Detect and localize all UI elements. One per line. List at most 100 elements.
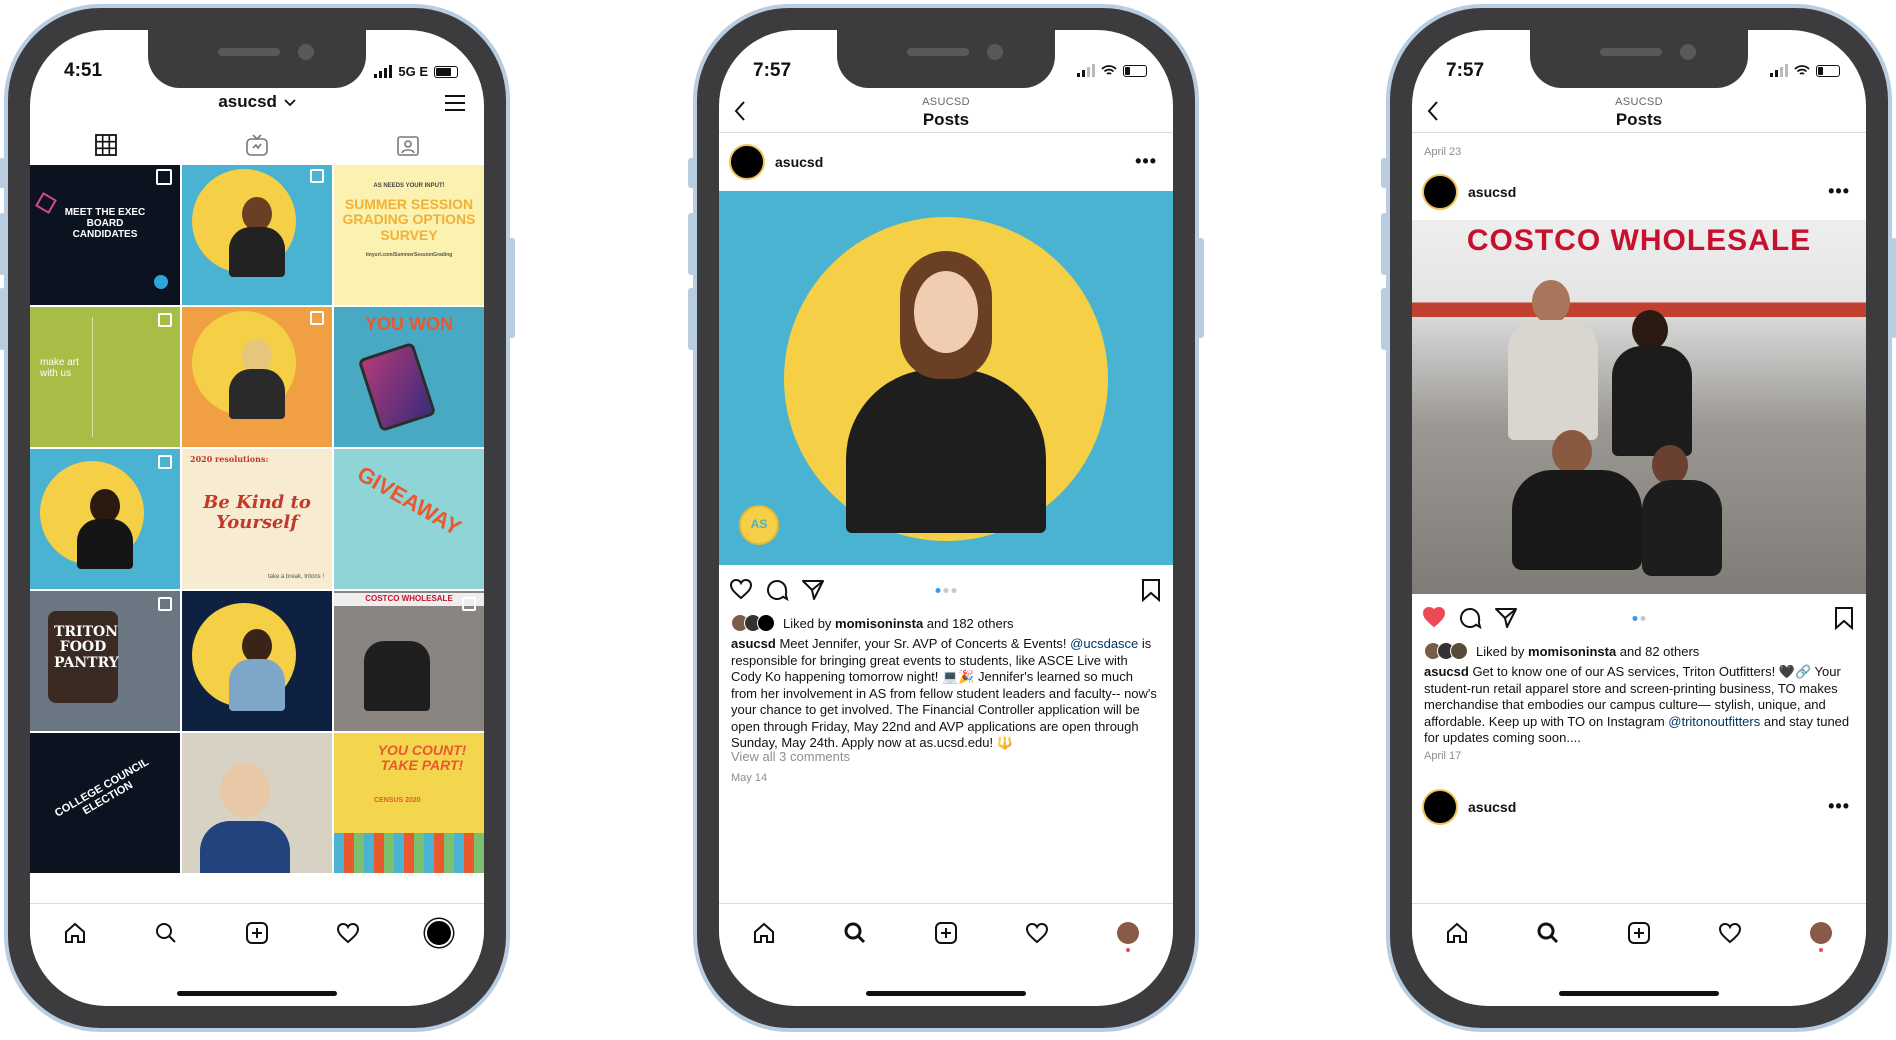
- comment-icon[interactable]: [765, 578, 789, 602]
- search-tab[interactable]: [146, 913, 186, 953]
- profile-header: asucsd: [30, 92, 484, 124]
- profile-tab[interactable]: [1108, 913, 1148, 953]
- avatar: [1809, 922, 1832, 952]
- like-icon[interactable]: [729, 578, 753, 600]
- status-time: 7:57: [753, 60, 792, 81]
- comment-icon[interactable]: [1458, 606, 1482, 630]
- caption-mention[interactable]: @tritonoutfitters: [1668, 714, 1760, 729]
- tile-text: GIVEAWAY: [353, 460, 466, 541]
- avatar[interactable]: [1422, 789, 1458, 825]
- grid-post[interactable]: COLLEGE COUNCIL ELECTION: [30, 733, 180, 873]
- wifi-icon: [1794, 64, 1810, 75]
- wifi-icon: [1101, 64, 1117, 75]
- tile-text: TRITON FOOD PANTRY: [54, 624, 119, 671]
- avatar: [424, 919, 453, 947]
- caption-username[interactable]: asucsd: [731, 636, 776, 651]
- profile-tab[interactable]: [1801, 913, 1841, 953]
- side-button: [688, 158, 695, 188]
- grid-post[interactable]: [182, 307, 332, 447]
- igtv-icon[interactable]: [246, 134, 268, 156]
- grid-post[interactable]: AS NEEDS YOUR INPUT! SUMMER SESSION GRAD…: [334, 165, 484, 305]
- phone-2: 7:57 ASUCSD Posts asucsd ••• AS Liked by…: [688, 4, 1204, 1032]
- share-icon[interactable]: [1494, 606, 1518, 630]
- grid-post[interactable]: YOU COUNT! TAKE PART! CENSUS 2020: [334, 733, 484, 873]
- tile-text: YOU WON: [365, 314, 453, 334]
- save-icon[interactable]: [1834, 606, 1854, 630]
- bottom-tab-bar: [719, 903, 1173, 962]
- store-sign: COSTCO WHOLESALE: [1466, 224, 1812, 257]
- share-icon[interactable]: [801, 578, 825, 602]
- grid-post[interactable]: TRITON FOOD PANTRY: [30, 591, 180, 731]
- tagged-icon[interactable]: [397, 134, 420, 156]
- post-username[interactable]: asucsd: [775, 154, 823, 170]
- more-options-icon[interactable]: •••: [1828, 796, 1850, 817]
- activity-tab[interactable]: [1710, 913, 1750, 953]
- grid-post[interactable]: make art with us: [30, 307, 180, 447]
- grid-post[interactable]: GIVEAWAY: [334, 449, 484, 589]
- grid-post[interactable]: MEET THE EXEC BOARD CANDIDATES: [30, 165, 180, 305]
- grid-post[interactable]: [182, 165, 332, 305]
- tile-header: AS NEEDS YOUR INPUT!: [373, 183, 445, 189]
- caption-mention[interactable]: @ucsdasce: [1070, 636, 1138, 651]
- post-username[interactable]: asucsd: [1468, 799, 1516, 815]
- home-indicator: [1559, 991, 1719, 996]
- grid-post[interactable]: 2020 resolutions: Be Kind to Yourself ta…: [182, 449, 332, 589]
- save-icon[interactable]: [1141, 578, 1161, 602]
- activity-tab[interactable]: [1017, 913, 1057, 953]
- post-username[interactable]: asucsd: [1468, 184, 1516, 200]
- back-icon[interactable]: [1426, 100, 1440, 122]
- like-icon[interactable]: [1422, 606, 1446, 628]
- grid-icon[interactable]: [94, 134, 117, 156]
- liked-by-user[interactable]: momisoninsta: [835, 616, 923, 631]
- profile-username[interactable]: asucsd: [218, 92, 296, 111]
- caption-username[interactable]: asucsd: [1424, 664, 1469, 679]
- home-tab[interactable]: [1437, 913, 1477, 953]
- copy-icon: [310, 311, 324, 325]
- search-tab[interactable]: [835, 913, 875, 953]
- avatar[interactable]: [1422, 174, 1458, 210]
- person-photo: [220, 763, 270, 817]
- home-tab[interactable]: [55, 913, 95, 953]
- grid-post[interactable]: [182, 591, 332, 731]
- new-post-tab[interactable]: [926, 913, 966, 953]
- chevron-down-icon: [284, 99, 296, 107]
- post-actions: [1412, 598, 1866, 638]
- grid-post[interactable]: YOU WON: [334, 307, 484, 447]
- back-icon[interactable]: [733, 100, 747, 122]
- copy-icon: [158, 455, 172, 469]
- heart-icon: [1025, 922, 1048, 944]
- new-post-tab[interactable]: [1619, 913, 1659, 953]
- liked-by-user[interactable]: momisoninsta: [1528, 644, 1616, 659]
- post-grid: MEET THE EXEC BOARD CANDIDATES AS NEEDS …: [30, 165, 484, 873]
- username-label: asucsd: [218, 92, 277, 111]
- side-button: [1381, 158, 1388, 188]
- profile-tab[interactable]: [419, 913, 459, 953]
- post-image: AS: [719, 191, 1173, 565]
- search-tab[interactable]: [1528, 913, 1568, 953]
- avatar[interactable]: [729, 144, 765, 180]
- grid-post[interactable]: [182, 733, 332, 873]
- grid-post[interactable]: [30, 449, 180, 589]
- battery-icon: [1816, 64, 1840, 77]
- more-options-icon[interactable]: •••: [1135, 151, 1157, 172]
- home-tab[interactable]: [744, 913, 784, 953]
- search-icon: [844, 922, 866, 944]
- signal-icon: [374, 65, 393, 78]
- battery-icon: [1123, 64, 1147, 77]
- hands-art: [334, 833, 484, 873]
- volume-up-button: [688, 213, 695, 275]
- nav-title: Posts: [1615, 110, 1663, 129]
- notch: [148, 28, 366, 88]
- search-icon: [1537, 922, 1559, 944]
- new-post-tab[interactable]: [237, 913, 277, 953]
- menu-icon[interactable]: [444, 94, 466, 112]
- grid-post[interactable]: COSTCO WHOLESALE: [334, 591, 484, 731]
- volume-down-button: [688, 288, 695, 350]
- tile-text: COLLEGE COUNCIL ELECTION: [52, 756, 152, 820]
- activity-tab[interactable]: [328, 913, 368, 953]
- more-options-icon[interactable]: •••: [1828, 181, 1850, 202]
- post-actions: [719, 570, 1173, 610]
- avatar: [1116, 922, 1139, 952]
- screen: 7:57 ASUCSD Posts asucsd ••• AS Liked by…: [719, 30, 1173, 1006]
- view-comments-link[interactable]: View all 3 comments: [731, 749, 1161, 766]
